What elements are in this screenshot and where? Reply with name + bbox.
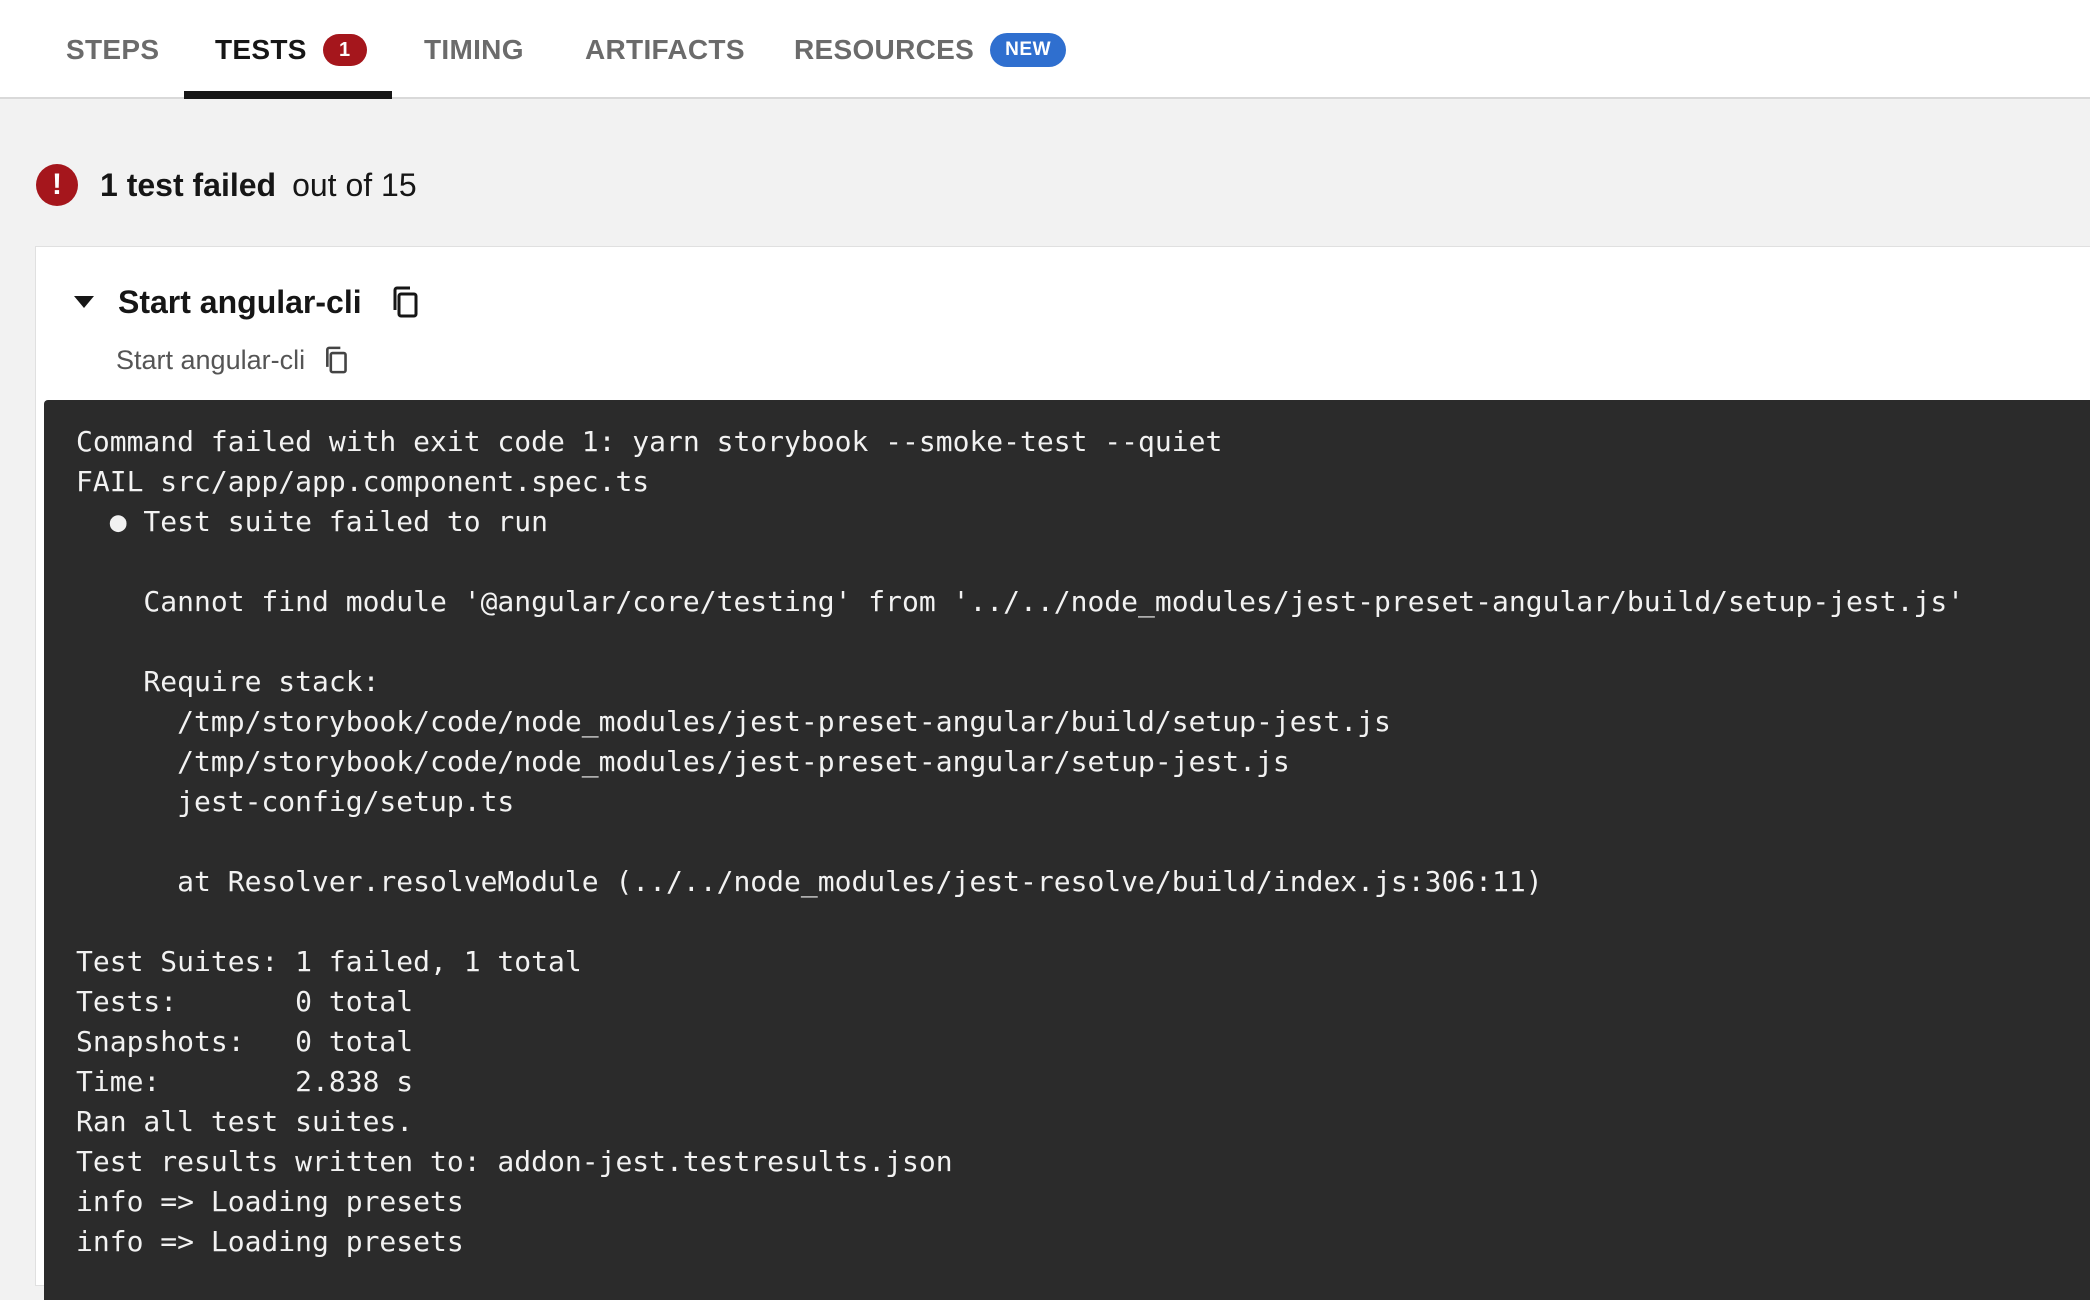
log-line: Test Suites: 1 failed, 1 total <box>76 945 582 978</box>
log-line: info => Loading presets <box>76 1185 464 1218</box>
copy-icon[interactable] <box>323 344 349 376</box>
tab-steps[interactable]: STEPS <box>66 0 159 99</box>
tab-bar: STEPS TESTS 1 TIMING ARTIFACTS RESOURCES… <box>0 0 2090 99</box>
test-title: Start angular-cli <box>118 283 362 320</box>
tab-label: RESOURCES <box>794 33 975 65</box>
log-line: FAIL src/app/app.component.spec.ts <box>76 465 650 498</box>
tab-tests[interactable]: TESTS 1 <box>215 0 367 99</box>
log-line: Require stack: <box>76 665 380 698</box>
log-line: Snapshots: 0 total <box>76 1025 414 1058</box>
failed-count-badge: 1 <box>322 33 367 66</box>
log-line: /tmp/storybook/code/node_modules/jest-pr… <box>76 705 1391 738</box>
failed-count-text: 1 test failed <box>100 166 277 203</box>
test-summary: ! 1 test failed out of 15 <box>36 163 417 207</box>
new-badge: NEW <box>990 32 1067 67</box>
test-subheader: Start angular-cli <box>116 337 349 383</box>
copy-icon[interactable] <box>390 285 420 319</box>
error-icon: ! <box>36 164 78 206</box>
total-count-text: out of 15 <box>292 166 417 203</box>
log-line: Command failed with exit code 1: yarn st… <box>76 425 1223 458</box>
log-line: info => Loading presets <box>76 1225 464 1258</box>
test-header: Start angular-cli <box>74 277 420 327</box>
log-line: at Resolver.resolveModule (../../node_mo… <box>76 865 1543 898</box>
tab-label: STEPS <box>66 33 160 65</box>
log-line: Cannot find module '@angular/core/testin… <box>76 585 1965 618</box>
tab-label: ARTIFACTS <box>585 33 745 65</box>
tab-label: TESTS <box>215 33 307 65</box>
caret-down-icon[interactable] <box>74 296 94 308</box>
tab-artifacts[interactable]: ARTIFACTS <box>585 0 745 99</box>
log-line: Test results written to: addon-jest.test… <box>76 1145 953 1178</box>
log-line: Tests: 0 total <box>76 985 414 1018</box>
test-subtitle: Start angular-cli <box>116 344 306 375</box>
active-tab-indicator <box>184 91 392 99</box>
log-line: Ran all test suites. <box>76 1105 414 1138</box>
failed-test-card: Start angular-cli Start angular-cli Comm… <box>35 246 2090 1300</box>
log-line: jest-config/setup.ts <box>76 785 515 818</box>
log-line: ● Test suite failed to run <box>76 505 549 538</box>
tab-label: TIMING <box>424 33 524 65</box>
log-line: Time: 2.838 s <box>76 1065 414 1098</box>
tab-resources[interactable]: RESOURCES NEW <box>794 0 1067 99</box>
log-line: /tmp/storybook/code/node_modules/jest-pr… <box>76 745 1290 778</box>
tab-timing[interactable]: TIMING <box>424 0 524 99</box>
test-output-log[interactable]: Command failed with exit code 1: yarn st… <box>44 400 2090 1300</box>
